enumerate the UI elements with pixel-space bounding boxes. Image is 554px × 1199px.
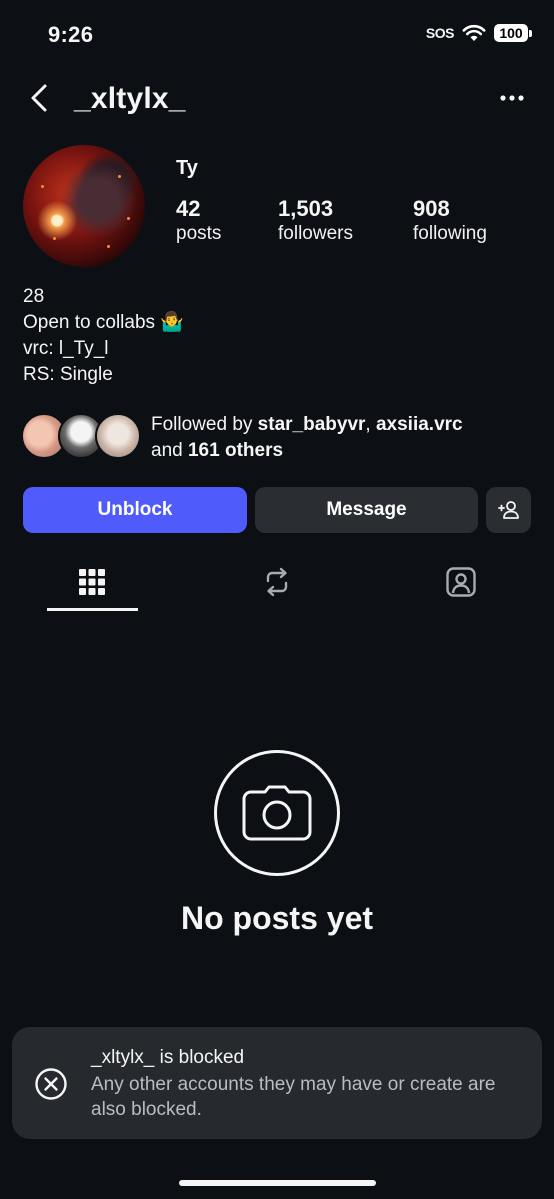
bio-line: vrc: l_Ty_l [23,338,109,359]
followed-by-text[interactable]: Followed by star_babyvr, axsiia.vrc and … [151,412,531,464]
toast-message: Any other accounts they may have or crea… [91,1074,496,1120]
wifi-icon [462,24,486,41]
more-horizontal-icon[interactable] [498,86,526,110]
display-name: Ty [176,157,198,179]
followed-by-prefix: Followed by [151,414,258,435]
message-button[interactable]: Message [255,487,478,533]
chevron-left-icon[interactable] [24,82,56,114]
posts-count: 42 [176,196,201,221]
bio-line: RS: Single [23,364,113,385]
tab-reposts[interactable] [257,560,297,604]
camera-icon [242,785,312,841]
empty-state-title: No posts yet [180,900,374,936]
grid-icon [79,569,105,595]
following-count: 908 [413,196,450,221]
profile-avatar[interactable] [23,145,145,267]
profile-bio: 28 Open to collabs 🤷‍♂️ vrc: l_Ty_l RS: … [23,284,184,388]
followed-by-user: star_babyvr [257,414,366,435]
followers-count: 1,503 [278,196,334,221]
tab-tagged[interactable] [441,560,481,604]
tab-posts-grid[interactable] [72,560,112,604]
followers-stat[interactable]: 1,503 followers [278,196,353,246]
follower-avatar [95,413,141,459]
reposts-icon [266,567,288,597]
following-stat[interactable]: 908 following [413,196,487,246]
add-user-button[interactable] [486,487,531,533]
tagged-icon [446,567,476,597]
close-circle-icon [35,1068,67,1100]
posts-stat[interactable]: 42 posts [176,196,221,246]
followers-label: followers [278,223,353,244]
followed-by-others: 161 others [187,440,284,461]
bio-line: 28 [23,286,45,307]
following-label: following [413,223,487,244]
profile-username: _xltylx_ [74,82,186,115]
active-tab-indicator [47,608,138,611]
toast-title: _xltylx_ is blocked [91,1047,245,1068]
followed-by-separator: , [365,414,376,435]
status-icons: SOS 100 [426,24,532,42]
followed-by-and: and [151,440,188,461]
battery-level: 100 [494,24,528,42]
posts-label: posts [176,223,222,244]
sos-indicator: SOS [425,25,455,41]
followed-by-user: axsiia.vrc [375,414,463,435]
bio-line: Open to collabs 🤷‍♂️ [23,312,184,333]
unblock-button[interactable]: Unblock [23,487,247,533]
home-indicator[interactable] [179,1180,376,1186]
status-time: 9:26 [48,22,94,47]
battery-icon: 100 [494,24,532,42]
empty-state-camera [214,750,340,876]
add-person-icon [497,501,519,519]
